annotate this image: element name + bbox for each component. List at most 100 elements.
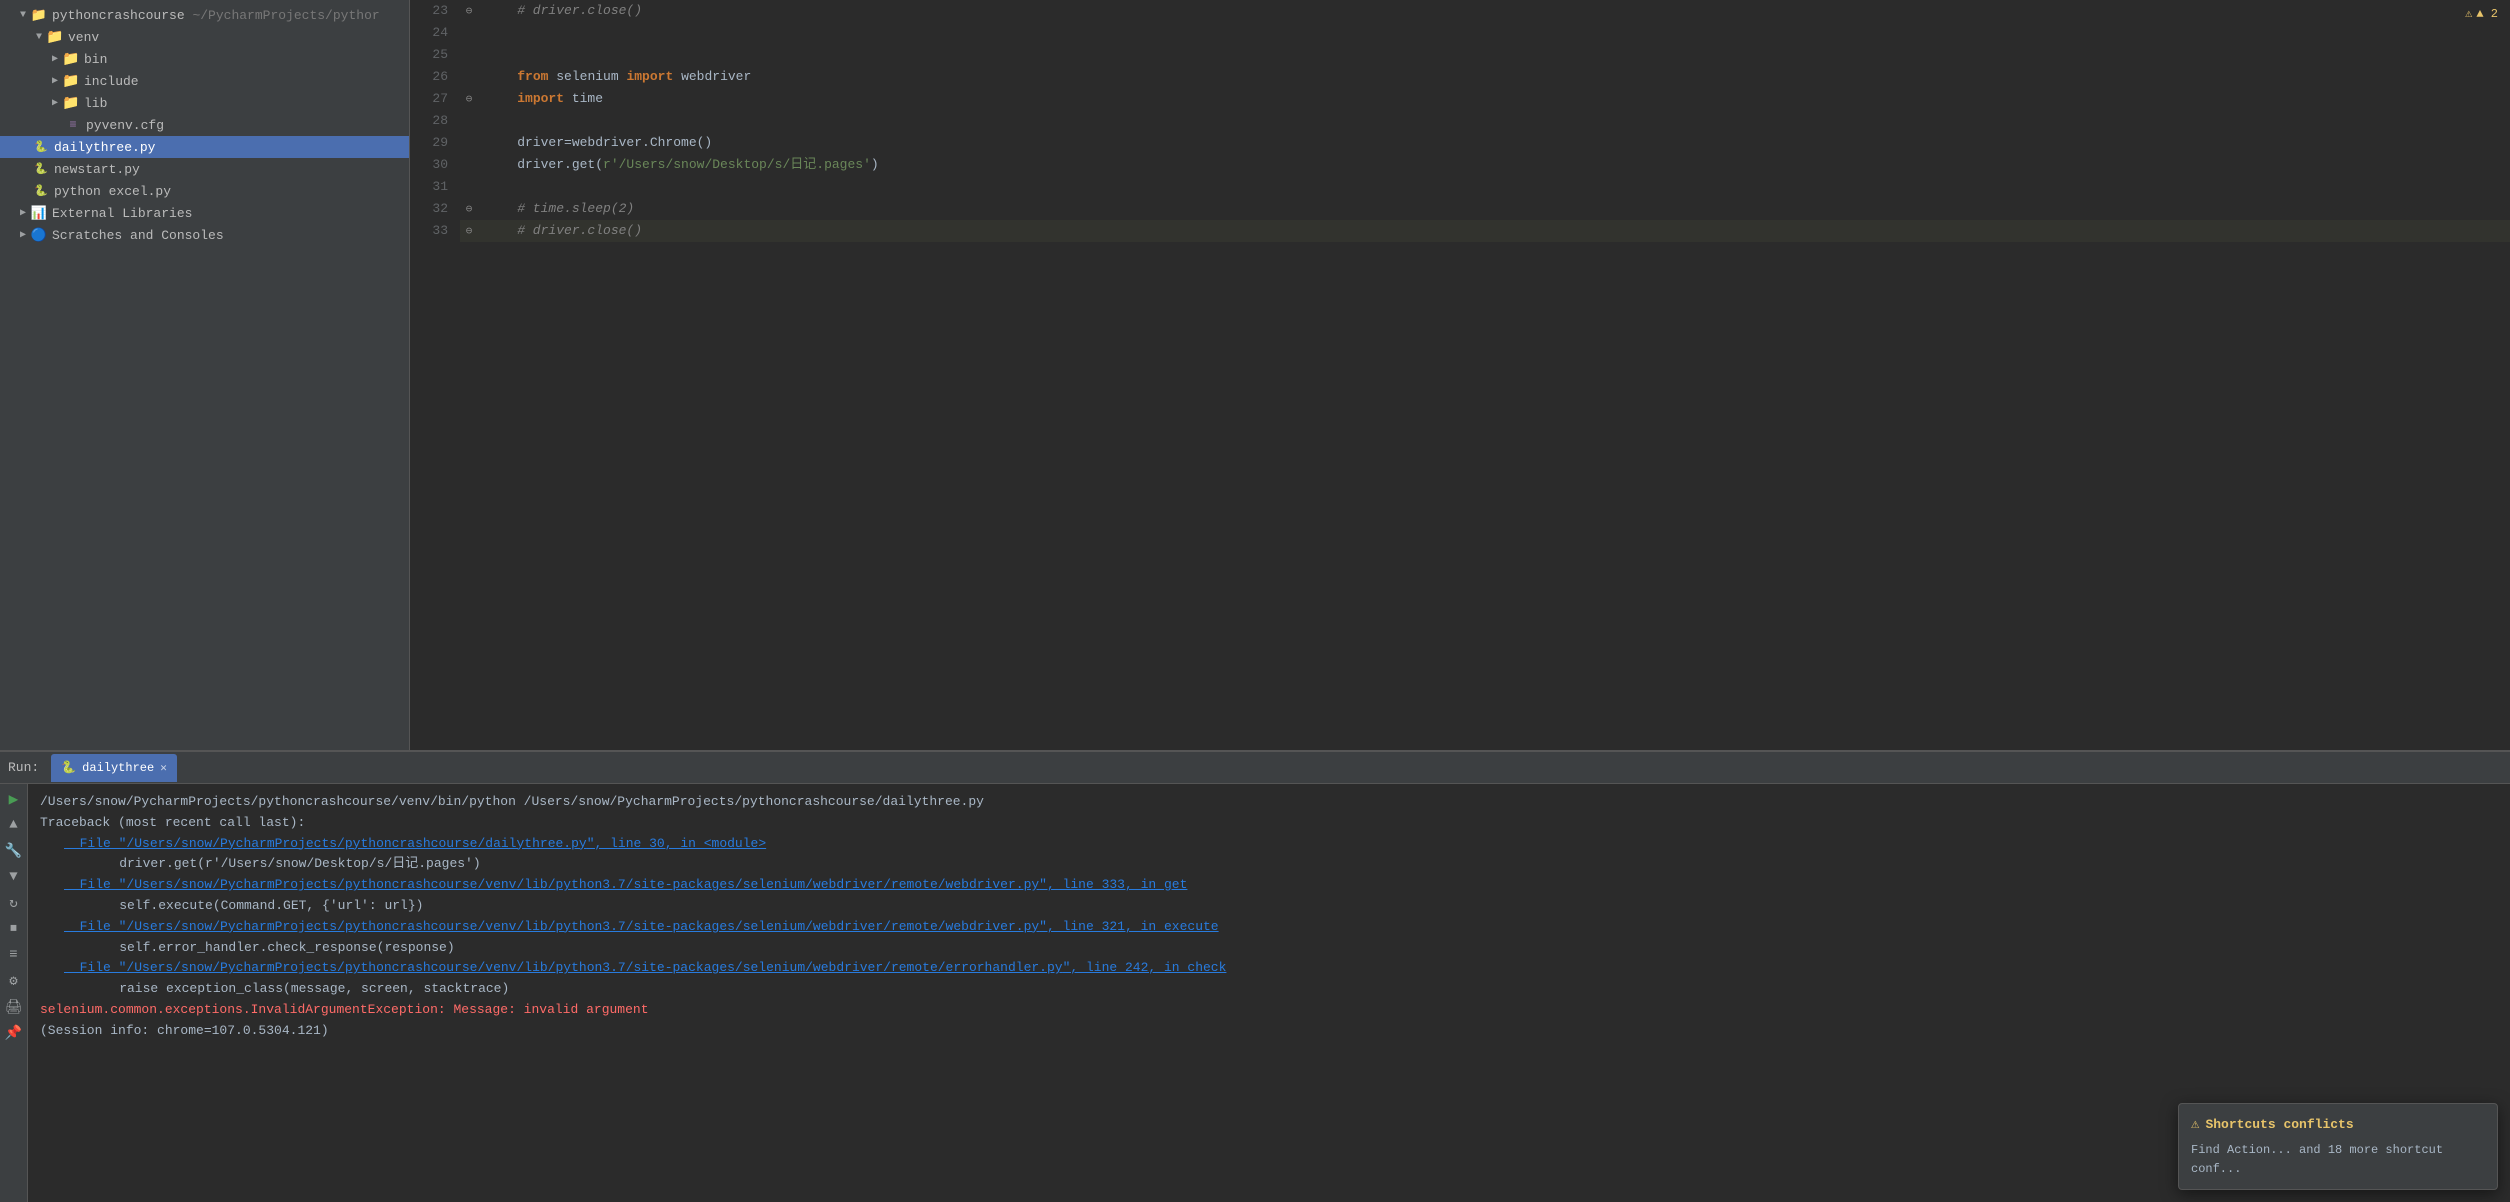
sidebar-label-venv: venv — [68, 30, 99, 45]
warning-count: ▲ 2 — [2476, 7, 2498, 21]
output-line-3[interactable]: File "/Users/snow/PycharmProjects/python… — [40, 834, 2498, 855]
lib-expand-arrow: ▶ — [48, 97, 62, 109]
sidebar-item-lib[interactable]: ▶ 📁 lib — [0, 92, 409, 114]
sidebar-label-project: pythoncrashcourse ~/PycharmProjects/pyth… — [52, 8, 380, 23]
output-line-9[interactable]: File "/Users/snow/PycharmProjects/python… — [40, 958, 2498, 979]
sidebar-label-extlibs: External Libraries — [52, 206, 192, 221]
line-num-26: 26 — [410, 66, 460, 88]
lib-folder-icon: 📁 — [62, 94, 80, 112]
code-line-29: 29 driver=webdriver.Chrome() — [410, 132, 2510, 154]
scratches-expand-arrow: ▶ — [16, 229, 30, 241]
extlibs-expand-arrow: ▶ — [16, 207, 30, 219]
extlibs-icon: 📊 — [30, 204, 48, 222]
code-line-26: 26 from selenium import webdriver — [410, 66, 2510, 88]
bin-folder-icon: 📁 — [62, 50, 80, 68]
sidebar-item-pyvenv[interactable]: ≡ pyvenv.cfg — [0, 114, 409, 136]
line-content-26: from selenium import webdriver — [478, 66, 2510, 88]
line-content-28 — [478, 110, 2510, 132]
tab-file-icon: 🐍 — [61, 760, 76, 775]
py-file-icon-dailythree: 🐍 — [32, 138, 50, 156]
run-label: Run: — [8, 760, 39, 775]
code-line-32: 32 ⊖ # time.sleep(2) — [410, 198, 2510, 220]
print-button[interactable]: 🖨 — [3, 996, 25, 1018]
line-content-33: # driver.close() — [478, 220, 2510, 242]
sidebar-item-pythonexcel[interactable]: 🐍 python excel.py — [0, 180, 409, 202]
run-toolbar: ▶ ▲ 🔧 ▼ ↻ ⏹ ≡ ⚙ 🖨 📌 — [0, 784, 28, 1202]
popup-warning-icon: ⚠ — [2191, 1114, 2199, 1136]
line-content-24 — [478, 22, 2510, 44]
sidebar-label-scratches: Scratches and Consoles — [52, 228, 224, 243]
run-button[interactable]: ▶ — [3, 788, 25, 810]
py-file-icon-newstart: 🐍 — [32, 160, 50, 178]
sidebar-item-venv[interactable]: ▼ 📁 venv — [0, 26, 409, 48]
tab-close-button[interactable]: ✕ — [160, 761, 167, 775]
output-line-7[interactable]: File "/Users/snow/PycharmProjects/python… — [40, 917, 2498, 938]
sidebar-item-bin[interactable]: ▶ 📁 bin — [0, 48, 409, 70]
cfg-file-icon: ≡ — [64, 116, 82, 134]
code-line-30: 30 driver.get(r'/Users/snow/Desktop/s/日记… — [410, 154, 2510, 176]
sidebar-label-include: include — [84, 74, 139, 89]
popup-title-text: Shortcuts conflicts — [2205, 1115, 2353, 1136]
popup-body-text: Find Action... and 18 more shortcut conf… — [2191, 1141, 2485, 1179]
output-line-11: selenium.common.exceptions.InvalidArgume… — [40, 1000, 2498, 1021]
scroll-up-button[interactable]: ▲ — [3, 814, 25, 836]
line-gutter-29 — [460, 132, 478, 154]
sidebar-item-include[interactable]: ▶ 📁 include — [0, 70, 409, 92]
settings-button[interactable]: ⚙ — [3, 970, 25, 992]
line-gutter-26 — [460, 66, 478, 88]
tab-name: dailythree — [82, 761, 154, 775]
project-folder-icon: 📁 — [30, 6, 48, 24]
line-gutter-25 — [460, 44, 478, 66]
sidebar-label-excel: python excel.py — [54, 184, 171, 199]
pin-button[interactable]: 📌 — [3, 1022, 25, 1044]
stop-button[interactable]: ⏹ — [3, 918, 25, 940]
output-line-12: (Session info: chrome=107.0.5304.121) — [40, 1021, 2498, 1042]
bottom-panel: Run: 🐍 dailythree ✕ ▶ ▲ 🔧 ▼ ↻ ⏹ ≡ ⚙ 🖨 📌 … — [0, 750, 2510, 1202]
output-line-1: /Users/snow/PycharmProjects/pythoncrashc… — [40, 792, 2498, 813]
line-gutter-30 — [460, 154, 478, 176]
warning-badge: ⚠ ▲ 2 — [2465, 6, 2498, 21]
bottom-content-area: ▶ ▲ 🔧 ▼ ↻ ⏹ ≡ ⚙ 🖨 📌 /Users/snow/PycharmP… — [0, 784, 2510, 1202]
line-gutter-24 — [460, 22, 478, 44]
sidebar-label-bin: bin — [84, 52, 107, 67]
line-gutter-32: ⊖ — [460, 198, 478, 220]
wrench-button[interactable]: 🔧 — [3, 840, 25, 862]
line-num-31: 31 — [410, 176, 460, 198]
bottom-tabs-bar: Run: 🐍 dailythree ✕ — [0, 752, 2510, 784]
rerun-button[interactable]: ↻ — [3, 892, 25, 914]
venv-folder-icon: 📁 — [46, 28, 64, 46]
sidebar-item-external-libs[interactable]: ▶ 📊 External Libraries — [0, 202, 409, 224]
line-content-29: driver=webdriver.Chrome() — [478, 132, 2510, 154]
code-editor[interactable]: ⚠ ▲ 2 23 ⊖ # driver.close() 24 25 26 fro… — [410, 0, 2510, 750]
sidebar-item-dailythree[interactable]: 🐍 dailythree.py — [0, 136, 409, 158]
line-num-30: 30 — [410, 154, 460, 176]
code-line-33: 33 ⊖ # driver.close() — [410, 220, 2510, 242]
sidebar-label-newstart: newstart.py — [54, 162, 140, 177]
line-gutter-31 — [460, 176, 478, 198]
project-path: ~/PycharmProjects/pythor — [192, 8, 379, 23]
scroll-down-button[interactable]: ▼ — [3, 866, 25, 888]
sidebar-label-lib: lib — [84, 96, 107, 111]
scratches-icon: 🔵 — [30, 226, 48, 244]
output-line-6: self.execute(Command.GET, {'url': url}) — [40, 896, 2498, 917]
line-num-empty — [410, 242, 460, 264]
sidebar-item-project[interactable]: ▼ 📁 pythoncrashcourse ~/PycharmProjects/… — [0, 4, 409, 26]
sidebar-item-newstart[interactable]: 🐍 newstart.py — [0, 158, 409, 180]
venv-expand-arrow: ▼ — [32, 32, 46, 43]
output-line-4: driver.get(r'/Users/snow/Desktop/s/日记.pa… — [40, 854, 2498, 875]
line-content-30: driver.get(r'/Users/snow/Desktop/s/日记.pa… — [478, 154, 2510, 176]
line-num-29: 29 — [410, 132, 460, 154]
sidebar-item-scratches[interactable]: ▶ 🔵 Scratches and Consoles — [0, 224, 409, 246]
project-sidebar: ▼ 📁 pythoncrashcourse ~/PycharmProjects/… — [0, 0, 410, 750]
output-line-5[interactable]: File "/Users/snow/PycharmProjects/python… — [40, 875, 2498, 896]
sidebar-label-pyvenv: pyvenv.cfg — [86, 118, 164, 133]
output-line-10: raise exception_class(message, screen, s… — [40, 979, 2498, 1000]
line-gutter-33: ⊖ — [460, 220, 478, 242]
filter-button[interactable]: ≡ — [3, 944, 25, 966]
line-content-31 — [478, 176, 2510, 198]
code-line-31: 31 — [410, 176, 2510, 198]
expand-arrow: ▼ — [16, 10, 30, 21]
run-tab-dailythree[interactable]: 🐍 dailythree ✕ — [51, 754, 177, 782]
code-line-28: 28 — [410, 110, 2510, 132]
code-line-23: 23 ⊖ # driver.close() — [410, 0, 2510, 22]
